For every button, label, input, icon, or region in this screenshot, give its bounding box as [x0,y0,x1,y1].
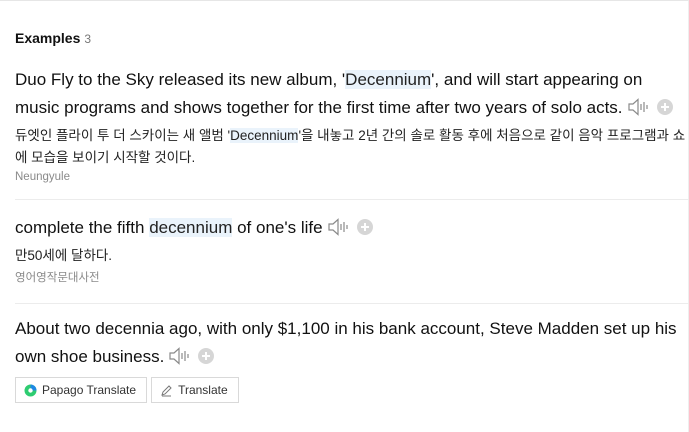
example-source: Neungyule [15,171,70,183]
divider [15,199,689,200]
add-icon[interactable] [656,99,673,115]
example-source: 영어영작문대사전 [15,272,100,284]
example-translation: 듀엣인 플라이 투 더 스카이는 새 앨범 'Decennium'을 내놓고 2… [15,125,687,169]
translate-buttons: Papago Translate Translate [15,377,239,403]
sentence-text: complete the fifth [15,218,150,237]
speaker-icon[interactable] [627,97,651,117]
examples-count: 3 [84,32,92,46]
example-sentence: complete the fifth decennium of one's li… [15,214,687,242]
translate-button[interactable]: Translate [151,377,239,403]
pencil-icon [160,384,173,397]
example-translation: 만50세에 달하다. [15,248,113,263]
add-icon[interactable] [198,348,215,364]
highlighted-term: Decennium [345,70,432,89]
papago-translate-label: Papago Translate [42,383,137,397]
papago-translate-button[interactable]: Papago Translate [15,377,148,403]
example-sentence: About two decennia ago, with only $1,100… [15,315,687,371]
sentence-text: About two decennia ago, with only $1,100… [15,319,677,366]
highlighted-term: Decennium [230,128,299,143]
papago-icon [24,384,37,397]
highlighted-term: decennium [149,218,233,237]
example-item-2: complete the fifth decennium of one's li… [15,214,687,285]
sentence-text: Duo Fly to the Sky released its new albu… [15,70,346,89]
divider [15,303,689,304]
translate-label: Translate [178,383,228,397]
sentence-text: of one's life [232,218,323,237]
examples-title: Examples [15,30,81,46]
examples-header: Examples 3 [15,30,91,46]
example-sentence: Duo Fly to the Sky released its new albu… [15,66,687,122]
speaker-icon[interactable] [327,217,351,237]
example-item-3: About two decennia ago, with only $1,100… [15,315,687,371]
example-item-1: Duo Fly to the Sky released its new albu… [15,66,687,183]
speaker-icon[interactable] [168,346,192,366]
translation-text: 듀엣인 플라이 투 더 스카이는 새 앨범 ' [15,128,231,143]
add-icon[interactable] [356,219,373,235]
